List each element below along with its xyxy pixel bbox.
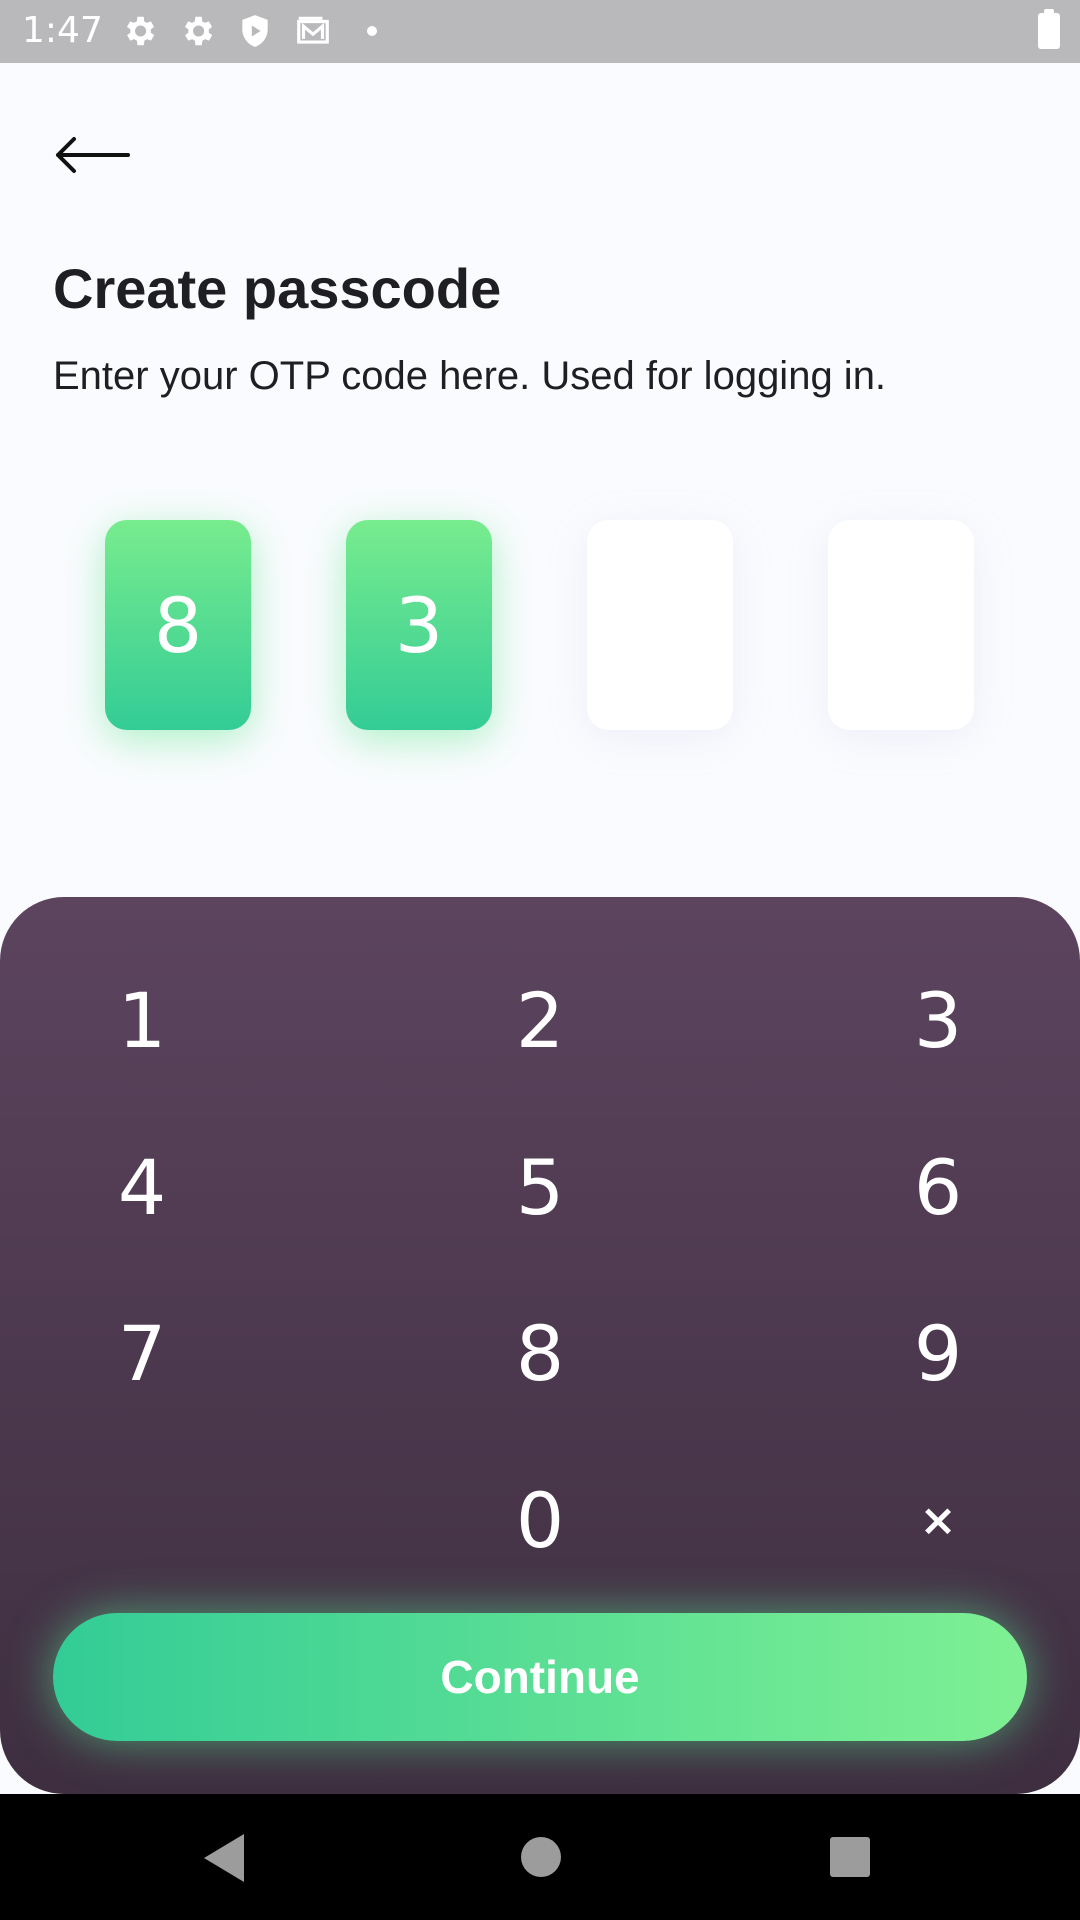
key-0[interactable]: 0 xyxy=(440,1460,640,1580)
key-8[interactable]: 8 xyxy=(440,1293,640,1413)
keypad-sheet: 1 2 3 4 5 6 7 8 9 0 × Continue xyxy=(0,897,1080,1794)
system-nav-bar xyxy=(0,1794,1080,1920)
mail-icon xyxy=(297,16,329,44)
otp-digit-box[interactable]: 8 xyxy=(105,520,251,730)
otp-digit-box[interactable]: 3 xyxy=(346,520,492,730)
key-9[interactable]: 9 xyxy=(838,1293,1038,1413)
back-triangle-icon[interactable] xyxy=(204,1834,244,1882)
key-7[interactable]: 7 xyxy=(42,1293,242,1413)
home-circle-icon[interactable] xyxy=(521,1837,561,1877)
settings-icon xyxy=(184,16,213,46)
battery-icon xyxy=(1038,9,1060,49)
recents-square-icon[interactable] xyxy=(830,1837,870,1877)
key-3[interactable]: 3 xyxy=(838,960,1038,1080)
status-time: 1:47 xyxy=(22,10,103,51)
otp-digit-box[interactable] xyxy=(828,520,974,730)
otp-input-row[interactable]: 8 3 xyxy=(105,520,975,730)
key-1[interactable]: 1 xyxy=(42,960,242,1080)
key-5[interactable]: 5 xyxy=(440,1127,640,1247)
shield-play-icon xyxy=(242,15,268,47)
back-arrow-icon[interactable] xyxy=(52,130,132,180)
status-bar: 1:47 xyxy=(0,0,1080,63)
key-4[interactable]: 4 xyxy=(42,1127,242,1247)
delete-key-icon[interactable]: × xyxy=(838,1460,1038,1580)
settings-icon xyxy=(126,16,155,46)
continue-button[interactable]: Continue xyxy=(53,1613,1027,1741)
page-title: Create passcode xyxy=(53,257,502,320)
notification-dot-icon xyxy=(367,26,377,36)
key-2[interactable]: 2 xyxy=(440,960,640,1080)
page-subtitle: Enter your OTP code here. Used for loggi… xyxy=(53,354,887,398)
key-6[interactable]: 6 xyxy=(838,1127,1038,1247)
otp-digit-box[interactable] xyxy=(587,520,733,730)
